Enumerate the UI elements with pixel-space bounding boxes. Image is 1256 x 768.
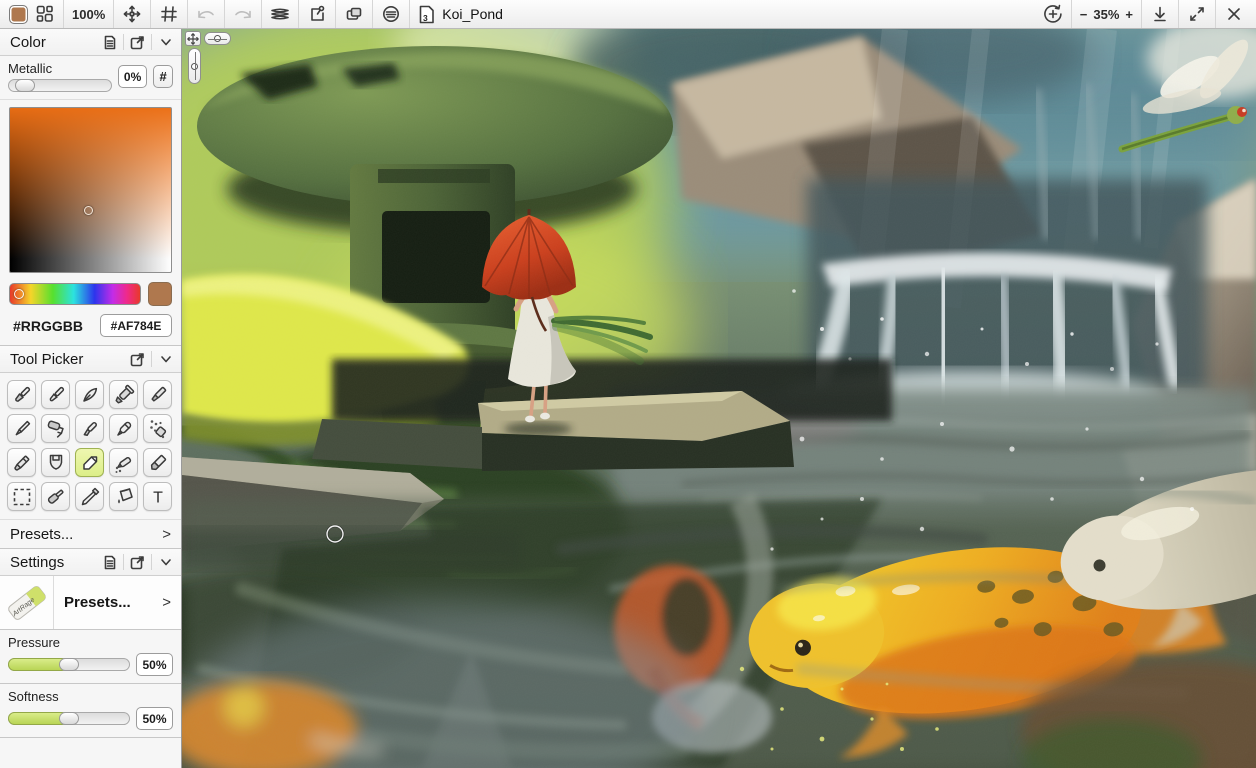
document-title-area[interactable]: 3 Koi_Pond [410,5,511,24]
tool-paint-tube[interactable] [109,414,138,443]
svg-text:3: 3 [423,13,428,23]
tool-marker[interactable] [143,380,172,409]
hex-format-label: #RRGGBB [9,318,100,334]
tool-presets-chevron-icon: > [162,526,171,543]
tool-felt-pen[interactable] [75,414,104,443]
tool-paint-roller[interactable] [41,414,70,443]
redo-icon[interactable] [230,2,256,26]
tool-pencil[interactable] [7,414,36,443]
grid-toggle-icon[interactable] [156,2,182,26]
metallic-row: Metallic 0% # [0,56,181,100]
pressure-label: Pressure [8,635,173,650]
luminance-saturation-square[interactable] [9,107,172,273]
settings-popout-icon[interactable] [128,553,147,572]
download-icon[interactable] [1147,2,1173,26]
settings-presets-row[interactable]: Presets... > [54,576,181,629]
tool-glitter-tube[interactable] [109,448,138,477]
color-panel-header: Color [0,29,181,56]
tool-picker-popout-icon[interactable] [128,350,147,369]
color-menu-icon[interactable] [100,33,119,52]
settings-presets-chevron-icon: > [162,594,171,611]
settings-panel-title: Settings [10,554,100,571]
hex-value-input[interactable]: #AF784E [100,314,172,337]
tool-fill-bucket[interactable] [109,482,138,511]
hue-marker[interactable] [14,289,24,299]
color-panel-title: Color [10,34,100,51]
eraser-tool-preview[interactable]: ArtRage [0,576,54,629]
tool-crayon[interactable] [7,448,36,477]
tool-ink-pen[interactable] [75,380,104,409]
undo-icon[interactable] [193,2,219,26]
current-color-swatch[interactable] [9,5,28,24]
view-zoom-value[interactable]: 35% [1090,7,1122,22]
softness-label: Softness [8,689,173,704]
tool-eraser[interactable] [75,448,104,477]
softness-block: Softness 50% [0,684,181,738]
color-collapse-chevron-icon[interactable] [156,33,175,52]
settings-collapse-chevron-icon[interactable] [156,553,175,572]
tool-picker-title: Tool Picker [10,351,128,368]
artrage-window: 100% [0,0,1256,768]
tool-selection[interactable] [7,482,36,511]
document-title: Koi_Pond [442,6,503,22]
custom-picker-button[interactable]: # [153,65,173,88]
canvas-hscroll-slider[interactable] [204,32,231,45]
layers-icon[interactable] [267,2,293,26]
tool-text[interactable] [143,482,172,511]
windows-icon[interactable] [341,2,367,26]
softness-value-box[interactable]: 50% [136,707,173,730]
tool-watercolor[interactable] [41,380,70,409]
tool-palette-knife[interactable] [41,448,70,477]
tool-color-sampler[interactable] [75,482,104,511]
zoom-out-button[interactable]: − [1077,7,1091,22]
tool-airbrush[interactable] [109,380,138,409]
metallic-slider[interactable] [8,79,112,92]
koi-pond-artwork [182,29,1256,768]
hue-slider[interactable] [9,283,141,305]
picker-marker[interactable] [84,206,93,215]
tool-chalk[interactable] [143,448,172,477]
selected-color-swatch[interactable] [148,282,172,306]
top-toolbar: 100% [0,0,1256,29]
color-popout-icon[interactable] [128,33,147,52]
pod-popout-icon[interactable] [304,2,330,26]
fullscreen-icon[interactable] [1184,2,1210,26]
softness-slider[interactable] [8,712,130,725]
pressure-block: Pressure 50% [0,630,181,684]
settings-menu-icon[interactable] [100,553,119,572]
tool-presets-row[interactable]: Presets... > [0,520,181,549]
canvas-vscroll-slider[interactable] [188,48,201,84]
canvas-zoom-value[interactable]: 100% [69,7,108,22]
tool-sticker-spray[interactable] [143,414,172,443]
color-picker-area [0,100,181,278]
metallic-label: Metallic [8,61,112,76]
settings-presets-label: Presets... [64,594,162,611]
document-badge-icon: 3 [418,5,435,24]
tool-stamp-hammer[interactable] [41,482,70,511]
settings-panel-header: Settings [0,549,181,576]
pan-tool-icon[interactable] [119,2,145,26]
pressure-value-box[interactable]: 50% [136,653,173,676]
reset-view-icon[interactable] [1040,2,1066,26]
tool-picker-header: Tool Picker [0,346,181,373]
pressure-slider[interactable] [8,658,130,671]
tool-picker-collapse-chevron-icon[interactable] [156,350,175,369]
tool-oil-brush[interactable] [7,380,36,409]
metallic-value-box[interactable]: 0% [118,65,147,88]
panel-layout-icon[interactable] [32,2,58,26]
menu-circle-icon[interactable] [378,2,404,26]
canvas-pan-button[interactable] [185,31,201,46]
tool-grid [0,373,181,520]
left-panel: Color [0,29,182,768]
tool-presets-label: Presets... [10,526,162,543]
current-tool-row: ArtRage Presets... > [0,576,181,630]
zoom-in-button[interactable]: + [1122,7,1136,22]
painting-canvas[interactable] [182,29,1256,768]
close-icon[interactable] [1221,2,1247,26]
